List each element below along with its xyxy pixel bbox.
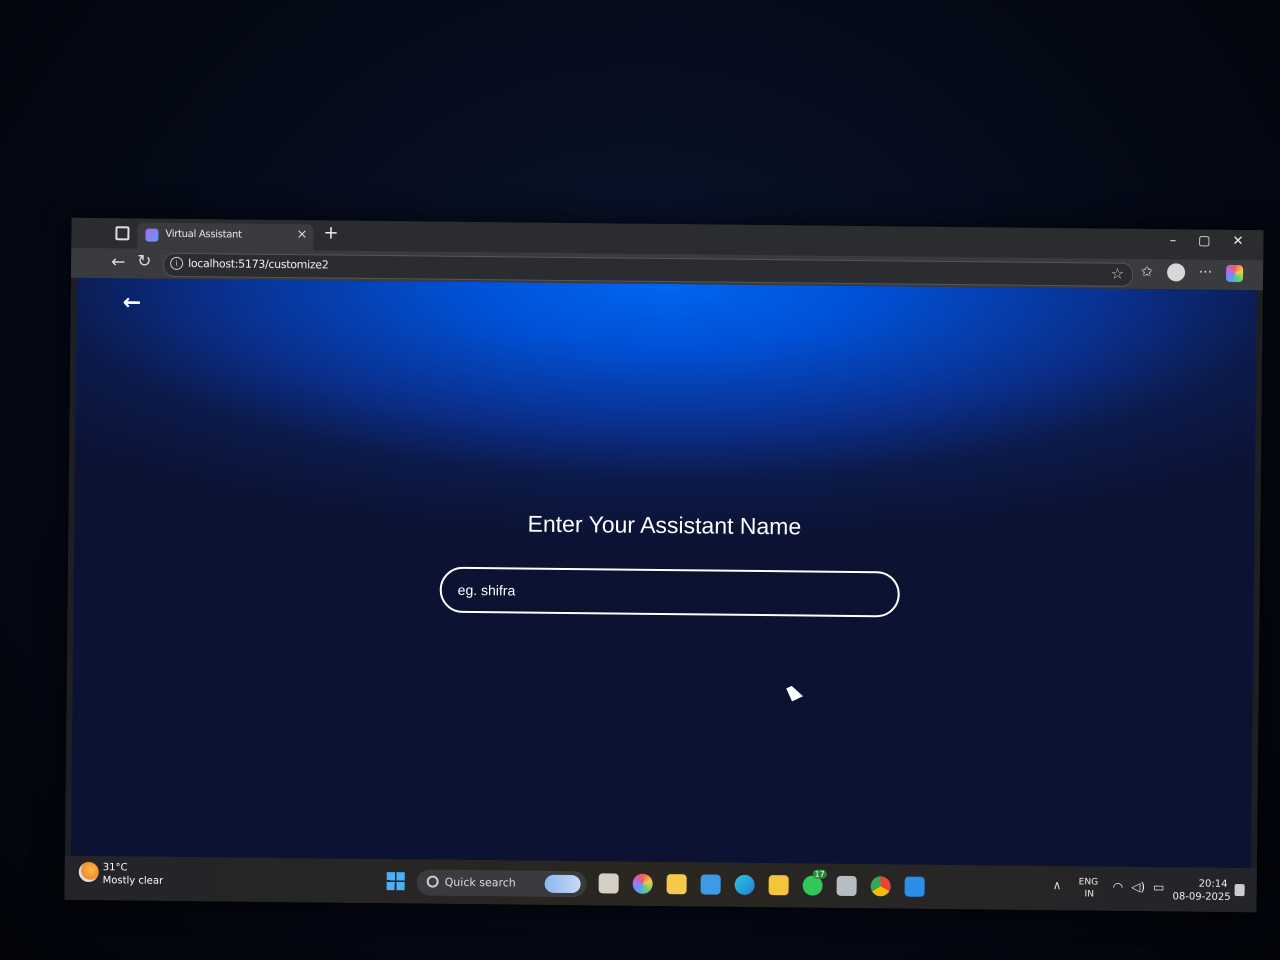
reload-icon[interactable]: ↻: [137, 251, 151, 271]
page-viewport: ← Enter Your Assistant Name: [70, 277, 1257, 869]
new-tab-button[interactable]: +: [323, 222, 338, 243]
weather-icon[interactable]: [78, 861, 99, 883]
battery-icon[interactable]: ▭: [1153, 880, 1164, 894]
tab-title: Virtual Assistant: [165, 228, 242, 241]
site-info-icon[interactable]: i: [170, 256, 184, 270]
clock-time[interactable]: 20:14: [1199, 879, 1228, 890]
whatsapp-badge: 17: [812, 869, 827, 879]
start-button-icon[interactable]: [386, 872, 405, 891]
search-placeholder: Quick search: [444, 875, 516, 890]
favorite-star-icon[interactable]: ☆: [1111, 265, 1125, 283]
close-window-icon[interactable]: ✕: [1232, 234, 1243, 249]
notification-icon[interactable]: [1234, 883, 1245, 897]
browser-tab[interactable]: Virtual Assistant ×: [137, 222, 314, 251]
system-tray[interactable]: ◠ ◁) ▭: [1113, 880, 1165, 895]
copilot-taskbar-icon[interactable]: [632, 873, 653, 894]
more-options-icon[interactable]: ···: [1199, 265, 1213, 281]
mail-icon[interactable]: [836, 875, 857, 897]
assistant-name-input[interactable]: [439, 566, 900, 618]
window-controls: – ▢ ✕: [1170, 233, 1244, 249]
chevron-up-icon[interactable]: ∧: [1053, 878, 1062, 892]
whatsapp-icon[interactable]: 17: [802, 869, 827, 896]
page-title: Enter Your Assistant Name: [527, 510, 802, 540]
search-highlight-icon: [544, 874, 581, 894]
edge-icon[interactable]: [734, 874, 755, 895]
browser-back-icon[interactable]: ←: [111, 252, 125, 272]
search-icon: [426, 875, 439, 888]
chrome-icon[interactable]: [870, 876, 891, 897]
weather-temperature[interactable]: 31°C: [103, 862, 128, 873]
vscode-icon[interactable]: [904, 876, 925, 897]
tab-favicon-icon: [145, 228, 159, 242]
volume-icon[interactable]: ◁): [1131, 880, 1145, 894]
sidebar-toggle-icon[interactable]: [115, 226, 130, 241]
profile-avatar[interactable]: [1166, 263, 1185, 282]
region-indicator[interactable]: IN: [1085, 889, 1094, 899]
clock-date[interactable]: 08-09-2025: [1172, 891, 1230, 903]
url-text[interactable]: localhost:5173/customize2: [188, 257, 329, 271]
language-indicator[interactable]: ENG: [1079, 877, 1099, 887]
taskbar-search[interactable]: Quick search: [416, 869, 587, 898]
task-view-icon[interactable]: [598, 873, 619, 894]
weather-condition[interactable]: Mostly clear: [103, 875, 164, 887]
store-icon[interactable]: [666, 874, 687, 895]
file-explorer-icon[interactable]: [768, 875, 789, 896]
mouse-cursor: [786, 683, 804, 702]
maximize-icon[interactable]: ▢: [1198, 234, 1210, 249]
copilot-icon[interactable]: [1226, 264, 1244, 282]
minimize-icon[interactable]: –: [1170, 233, 1177, 248]
dell-icon[interactable]: [700, 874, 721, 895]
tab-close-icon[interactable]: ×: [296, 227, 307, 242]
back-arrow-icon[interactable]: ←: [123, 290, 142, 315]
toolbar-actions: ✩ ···: [1141, 263, 1244, 282]
favorites-icon[interactable]: ✩: [1141, 264, 1153, 280]
wifi-icon[interactable]: ◠: [1113, 880, 1124, 894]
monitor-screen: Virtual Assistant × + – ▢ ✕ ← ↻ i localh…: [64, 217, 1264, 913]
